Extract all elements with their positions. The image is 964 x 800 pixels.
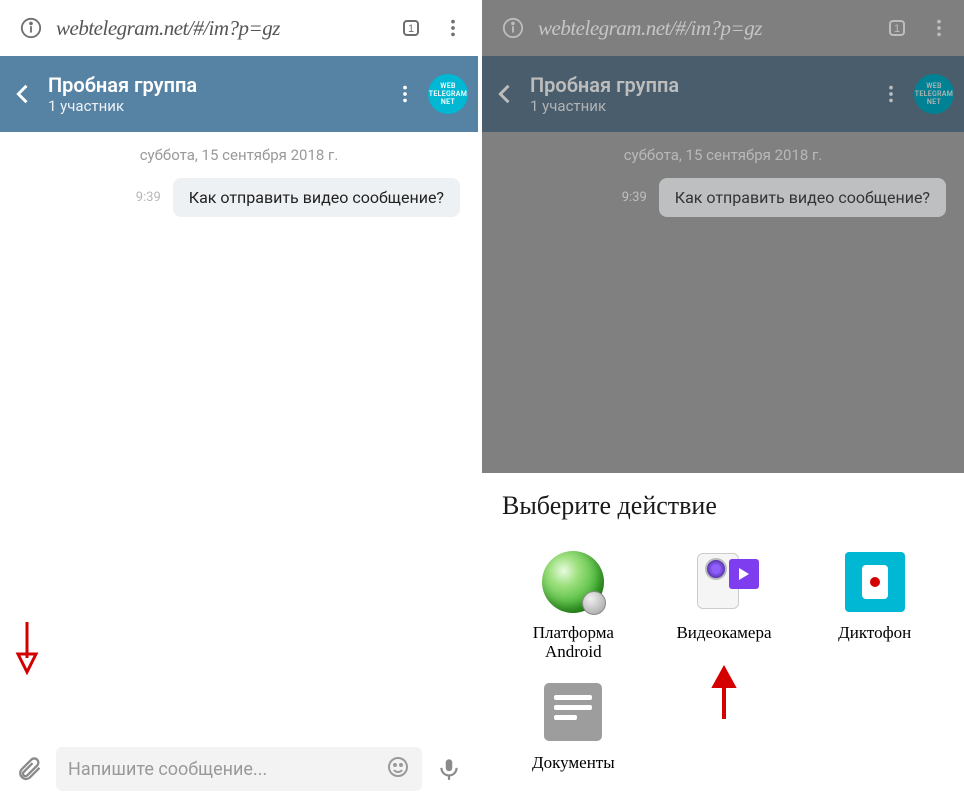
annotation-arrow-attach (12, 620, 42, 676)
date-separator: суббота, 15 сентября 2018 г. (482, 132, 964, 174)
annotation-arrow-camcorder (705, 665, 743, 721)
message-row: 9:39 Как отправить видео сообщение? (0, 174, 478, 217)
chat-title: Пробная группа (48, 73, 382, 97)
chat-header[interactable]: Пробная группа 1 участник WEB TELEGRAM N… (0, 56, 478, 132)
browser-topbar: webtelegram.net/#/im?p=gz 1 (0, 0, 478, 56)
avatar: WEB TELEGRAM NET (914, 74, 954, 114)
action-dictaphone[interactable]: Диктофон (838, 549, 911, 661)
action-label: Диктофон (838, 623, 911, 642)
pane-left: webtelegram.net/#/im?p=gz 1 Пробная груп… (0, 0, 482, 800)
chat-title-block: Пробная группа 1 участник (46, 73, 382, 115)
android-icon (540, 549, 606, 615)
date-separator: суббота, 15 сентября 2018 г. (0, 132, 478, 174)
svg-text:1: 1 (894, 23, 900, 35)
avatar[interactable]: WEB TELEGRAM NET (428, 74, 468, 114)
action-label: Документы (532, 753, 615, 772)
back-icon[interactable] (6, 77, 40, 111)
dictaphone-icon (842, 549, 908, 615)
documents-icon (540, 679, 606, 745)
browser-menu-icon (922, 11, 956, 45)
chat-area: суббота, 15 сентября 2018 г. 9:39 Как от… (0, 132, 478, 738)
action-sheet: Выберите действие Платформа Android Виде… (482, 473, 964, 800)
message-time: 9:39 (622, 190, 647, 205)
action-label: Платформа Android (533, 623, 614, 661)
input-placeholder: Напишите сообщение... (68, 759, 267, 780)
info-icon[interactable] (14, 11, 48, 45)
chat-menu-icon[interactable] (388, 77, 422, 111)
action-android[interactable]: Платформа Android (533, 549, 614, 661)
browser-menu-icon[interactable] (436, 11, 470, 45)
action-grid: Платформа Android Видеокамера Диктофон (502, 549, 946, 772)
tabs-icon[interactable]: 1 (394, 11, 428, 45)
url-text: webtelegram.net/#/im?p=gz (538, 16, 872, 41)
message-bubble[interactable]: Как отправить видео сообщение? (173, 178, 460, 217)
emoji-icon[interactable] (386, 755, 410, 784)
message-input[interactable]: Напишите сообщение... (56, 747, 422, 791)
attach-icon[interactable] (12, 752, 46, 786)
chat-title: Пробная группа (530, 73, 868, 97)
url-text[interactable]: webtelegram.net/#/im?p=gz (56, 16, 386, 41)
chat-subtitle: 1 участник (530, 97, 868, 115)
mic-icon[interactable] (432, 752, 466, 786)
pane-right: webtelegram.net/#/im?p=gz 1 Пробная груп… (482, 0, 964, 800)
info-icon (496, 11, 530, 45)
browser-topbar-dim: webtelegram.net/#/im?p=gz 1 (482, 0, 964, 56)
camcorder-icon (691, 549, 757, 615)
tabs-icon: 1 (880, 11, 914, 45)
message-row: 9:39 Как отправить видео сообщение? (482, 174, 964, 217)
message-time: 9:39 (136, 190, 161, 205)
composer: Напишите сообщение... (0, 738, 478, 800)
chat-header-dim: Пробная группа 1 участник WEB TELEGRAM N… (482, 56, 964, 132)
chat-subtitle: 1 участник (48, 97, 382, 115)
chat-title-block: Пробная группа 1 участник (528, 73, 868, 115)
action-camcorder[interactable]: Видеокамера (676, 549, 771, 661)
chat-menu-icon (874, 77, 908, 111)
sheet-title: Выберите действие (502, 491, 946, 521)
svg-text:1: 1 (408, 23, 414, 35)
action-label: Видеокамера (676, 623, 771, 642)
action-documents[interactable]: Документы (532, 679, 615, 772)
message-bubble: Как отправить видео сообщение? (659, 178, 946, 217)
back-icon (488, 77, 522, 111)
